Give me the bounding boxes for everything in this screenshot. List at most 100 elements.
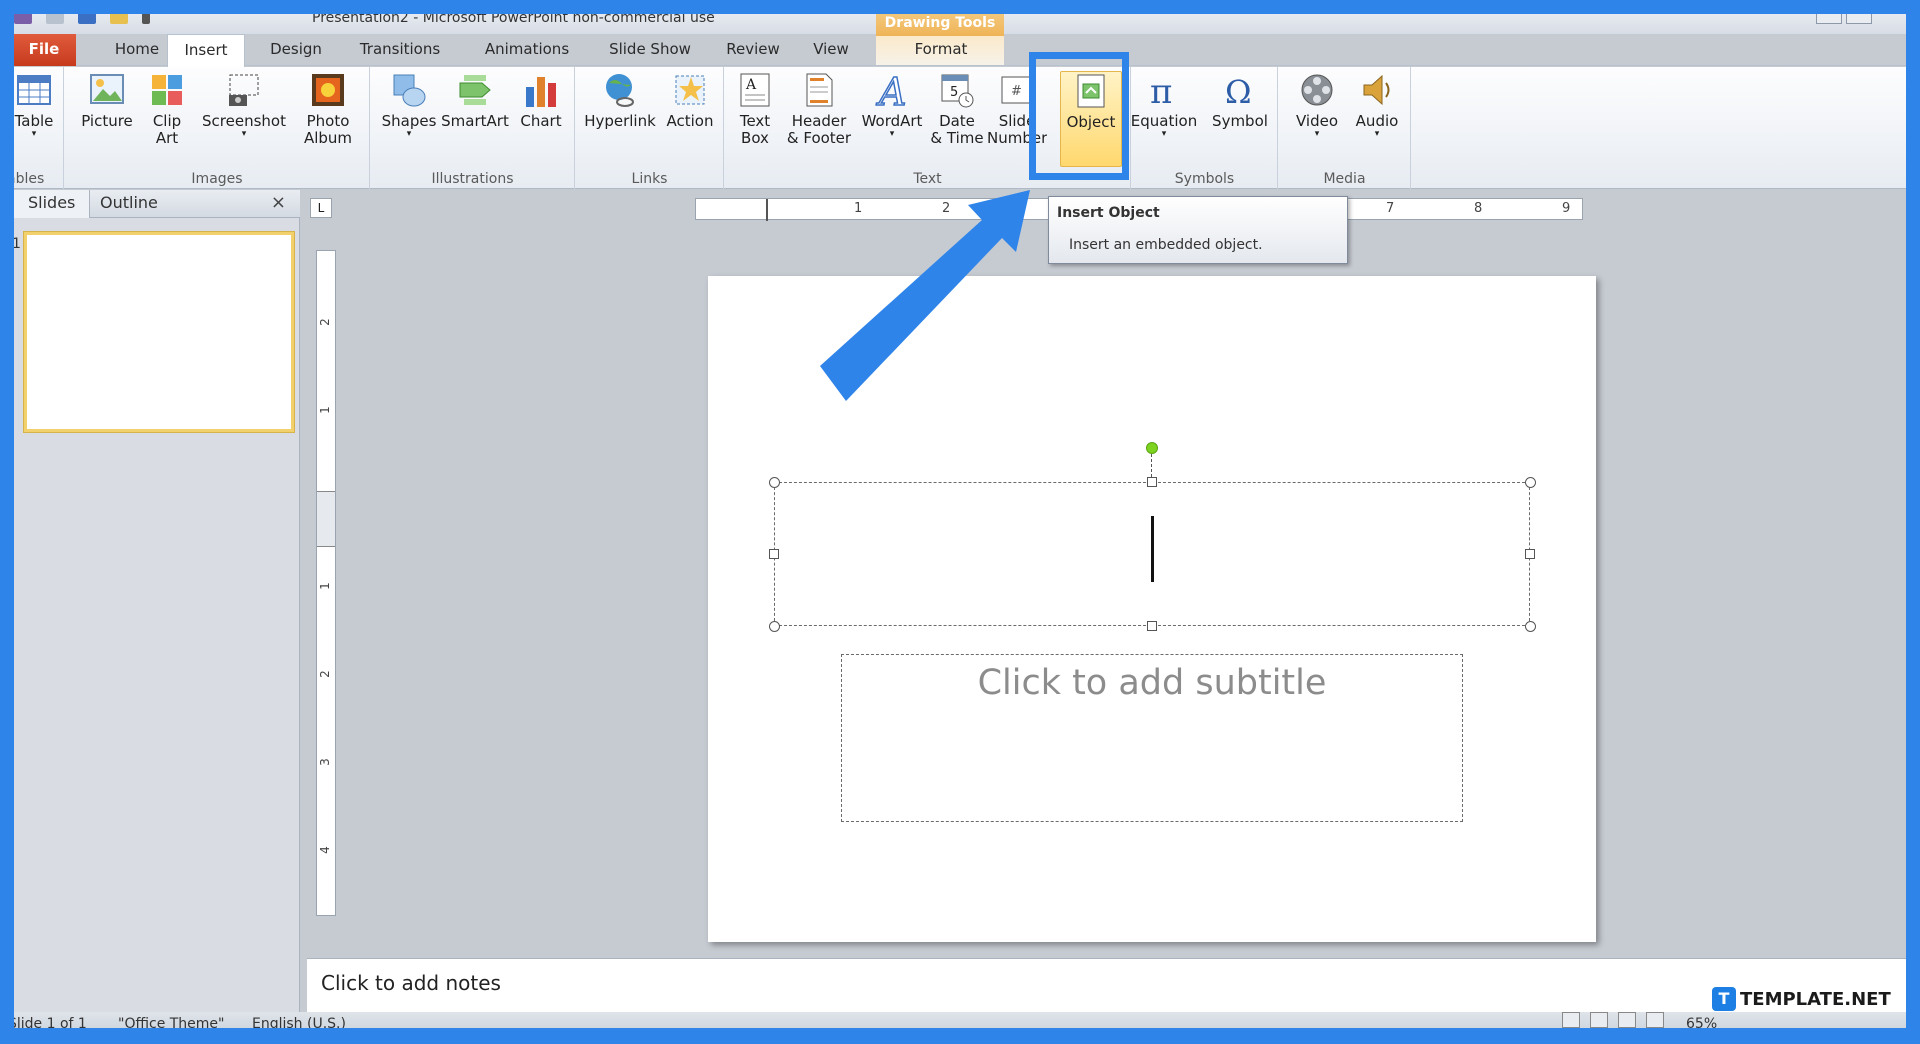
resize-handle[interactable]: [1147, 477, 1157, 487]
tab-transitions[interactable]: Transitions: [350, 34, 450, 66]
wordart-button[interactable]: A WordArt ▾: [859, 71, 925, 139]
shapes-button[interactable]: Shapes ▾: [379, 71, 439, 139]
chart-button[interactable]: Chart: [513, 71, 569, 130]
svg-text:#: #: [1011, 84, 1022, 99]
minimize-button[interactable]: [1816, 14, 1842, 24]
resize-handle[interactable]: [1147, 621, 1157, 631]
ruler-label: 4: [317, 846, 332, 854]
slide-sorter-icon[interactable]: [1590, 1012, 1608, 1028]
tab-view[interactable]: View: [800, 34, 862, 66]
indent-marker[interactable]: [766, 199, 768, 221]
smartart-button[interactable]: SmartArt: [441, 71, 509, 130]
tab-slide-show[interactable]: Slide Show: [596, 34, 704, 66]
ruler-label: 1: [317, 406, 332, 414]
redo-icon[interactable]: [78, 14, 96, 24]
slideshow-view-icon[interactable]: [1646, 1012, 1664, 1028]
clip-art-button[interactable]: Clip Art: [145, 71, 189, 147]
save-icon[interactable]: [14, 14, 32, 24]
svg-text:A: A: [876, 71, 906, 109]
maximize-button[interactable]: [1846, 14, 1872, 24]
action-icon: [675, 75, 705, 105]
window-title: Presentation2 - Microsoft PowerPoint non…: [312, 14, 715, 26]
svg-text:Ω: Ω: [1225, 73, 1252, 109]
tab-insert[interactable]: Insert: [167, 34, 245, 67]
equation-label: Equation: [1132, 112, 1198, 130]
tab-format[interactable]: Format: [896, 34, 986, 66]
drawing-tools-label: Drawing Tools: [876, 14, 1004, 36]
tab-stop-selector[interactable]: L: [310, 198, 332, 218]
tab-animations[interactable]: Animations: [472, 34, 582, 66]
subtitle-placeholder[interactable]: Click to add subtitle: [841, 654, 1463, 822]
resize-handle[interactable]: [769, 549, 779, 559]
undo-icon[interactable]: [46, 14, 64, 24]
table-label: Table: [14, 112, 54, 130]
date-time-button[interactable]: 5 Date & Time: [929, 71, 985, 147]
pi-icon: π: [1150, 72, 1172, 109]
group-images: Picture Clip Art Screenshot ▾ Photo Albu…: [65, 67, 370, 189]
tab-file[interactable]: File: [14, 34, 76, 66]
photo-album-label-2: Album: [303, 129, 353, 147]
resize-handle[interactable]: [1525, 621, 1536, 632]
resize-handle[interactable]: [769, 477, 780, 488]
smartart-icon: [459, 75, 491, 105]
resize-handle[interactable]: [1525, 477, 1536, 488]
symbol-button[interactable]: Ω Symbol: [1210, 71, 1270, 130]
notes-pane[interactable]: Click to add notes: [307, 958, 1906, 1016]
normal-view-icon[interactable]: [1562, 1012, 1580, 1028]
group-label-symbols: Symbols: [1174, 171, 1235, 187]
slide-editing-area: L 1 2 7 8 9 2 1 1 2 3 4 Click to add sub…: [301, 190, 1906, 968]
film-reel-icon: [1301, 74, 1333, 106]
svg-text:5: 5: [950, 85, 958, 100]
resize-handle[interactable]: [769, 621, 780, 632]
action-button[interactable]: Action: [662, 71, 718, 130]
equation-button[interactable]: π Equation ▾: [1132, 71, 1204, 139]
omega-icon: Ω: [1225, 73, 1252, 109]
group-label-media: Media: [1323, 171, 1366, 187]
video-button[interactable]: Video ▾: [1287, 71, 1347, 139]
group-label-tables: Tables: [14, 171, 45, 187]
tab-outline[interactable]: Outline: [86, 190, 172, 218]
resize-handle[interactable]: [1525, 549, 1535, 559]
slides-pane: Slides Outline × 1: [14, 190, 300, 1012]
clip-art-label-2: Art: [155, 129, 179, 147]
shapes-icon: [393, 74, 426, 107]
symbol-label: Symbol: [1212, 112, 1268, 130]
tab-review[interactable]: Review: [718, 34, 788, 66]
group-media: Video ▾ Audio ▾ Media: [1279, 67, 1411, 189]
vertical-ruler[interactable]: 2 1 1 2 3 4: [316, 250, 336, 916]
tab-slides[interactable]: Slides: [14, 190, 91, 218]
audio-button[interactable]: Audio ▾: [1349, 71, 1405, 139]
slide-thumbnail[interactable]: [24, 232, 294, 432]
tab-design[interactable]: Design: [256, 34, 336, 66]
table-button[interactable]: Table ▾: [14, 71, 62, 139]
picture-icon: [90, 74, 124, 104]
group-label-links: Links: [631, 171, 668, 187]
tooltip: Insert Object Insert an embedded object.: [1048, 196, 1348, 264]
close-icon[interactable]: ×: [271, 192, 286, 213]
hyperlink-icon: [606, 74, 634, 107]
header-footer-label-1: Header: [791, 112, 847, 130]
photo-album-button[interactable]: Photo Album: [293, 71, 363, 147]
text-box-icon: A: [740, 73, 770, 107]
ruler-slider[interactable]: [317, 491, 335, 547]
screenshot-button[interactable]: Screenshot ▾: [201, 71, 287, 139]
watermark-text: TEMPLATE.NET: [1740, 988, 1891, 1010]
ruler-label: 8: [1474, 201, 1483, 216]
picture-label: Picture: [81, 112, 133, 130]
header-footer-button[interactable]: Header & Footer: [783, 71, 855, 147]
zoom-level[interactable]: 65%: [1686, 1016, 1717, 1028]
group-tables: Table ▾ Tables: [14, 67, 64, 189]
chevron-down-icon: ▾: [241, 129, 247, 139]
text-box-button[interactable]: A Text Box: [731, 71, 779, 147]
hyperlink-button[interactable]: Hyperlink: [582, 71, 658, 130]
open-icon[interactable]: [110, 14, 128, 24]
picture-button[interactable]: Picture: [77, 71, 137, 130]
qat-dropdown-icon[interactable]: [142, 14, 150, 24]
pane-tabs: Slides Outline ×: [14, 190, 300, 218]
reading-view-icon[interactable]: [1618, 1012, 1636, 1028]
status-language: English (U.S.): [252, 1016, 346, 1028]
chevron-down-icon: ▾: [1161, 129, 1167, 139]
rotate-handle[interactable]: [1146, 442, 1158, 454]
object-highlight-box: [1029, 52, 1129, 180]
slide-canvas[interactable]: Click to add subtitle: [708, 276, 1596, 942]
